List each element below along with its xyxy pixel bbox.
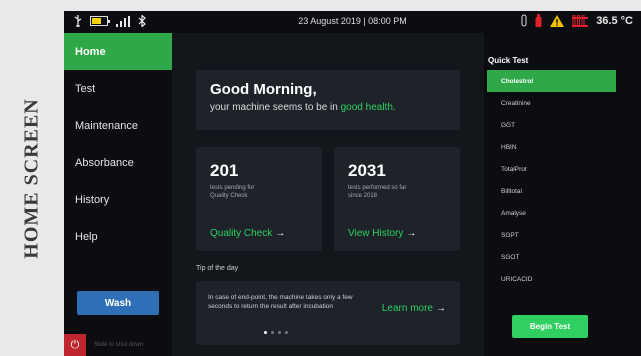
sidebar-nav: Home Test Maintenance Absorbance History… xyxy=(64,33,172,356)
carousel-dot[interactable] xyxy=(271,331,274,334)
greeting-title: Good Morning, xyxy=(210,81,317,98)
tip-title: Tip of the day xyxy=(196,265,239,272)
carousel-dot[interactable] xyxy=(264,331,267,334)
performed-desc-line1: tests performed so far xyxy=(348,185,407,191)
bottle-icon xyxy=(535,14,542,27)
performed-tests-card: 2031 tests performed so far since 2018 Vi… xyxy=(334,147,460,251)
quick-test-item[interactable]: URICACID xyxy=(487,268,616,290)
view-history-link[interactable]: View History → xyxy=(348,228,416,239)
quality-check-link[interactable]: Quality Check → xyxy=(210,228,285,239)
arrow-right-icon: → xyxy=(275,228,286,239)
view-history-label: View History xyxy=(348,228,404,239)
begin-test-button[interactable]: Begin Test xyxy=(512,315,588,338)
quick-test-item[interactable]: Creatinine xyxy=(487,92,616,114)
quick-test-title: Quick Test xyxy=(488,56,529,65)
carousel-dot[interactable] xyxy=(278,331,281,334)
quick-test-item[interactable]: Cholestrol xyxy=(487,70,616,92)
quick-test-item[interactable]: TotalProt xyxy=(487,158,616,180)
shutdown-label: Slide to shut down xyxy=(94,342,144,348)
learn-more-label: Learn more xyxy=(381,303,433,314)
sidebar-item-home[interactable]: Home xyxy=(64,33,172,70)
carousel-dots[interactable] xyxy=(264,331,288,334)
arrow-right-icon: → xyxy=(436,303,446,314)
performed-desc-line2: since 2018 xyxy=(348,192,378,199)
health-status: good health. xyxy=(340,102,396,113)
quick-test-item[interactable]: SGOT xyxy=(487,246,616,268)
warning-icon xyxy=(550,14,565,27)
home-screen-caption: HOME SCREEN xyxy=(0,0,64,356)
quick-test-item[interactable]: HBIN xyxy=(487,136,616,158)
sidebar-item-history[interactable]: History xyxy=(64,181,172,218)
sidebar-item-help[interactable]: Help xyxy=(64,218,172,255)
quick-test-panel: Quick Test Cholestrol Creatinine GGT HBI… xyxy=(484,33,641,356)
device-screen: 23 August 2019 | 08:00 PM 36.5 °C Home T… xyxy=(64,11,641,356)
tip-card: In case of end-point, the machine takes … xyxy=(196,281,460,345)
shutdown-slider[interactable]: ⏻ Slide to shut down xyxy=(64,334,172,356)
sidebar-item-absorbance[interactable]: Absorbance xyxy=(64,144,172,181)
main-panel: Good Morning, your machine seems to be i… xyxy=(172,33,484,356)
pending-desc-line1: tests pending for xyxy=(210,185,255,191)
quick-test-item[interactable]: GGT xyxy=(487,114,616,136)
quick-test-item[interactable]: Amalyse xyxy=(487,202,616,224)
power-icon[interactable]: ⏻ xyxy=(64,334,86,356)
learn-more-link[interactable]: Learn more → xyxy=(382,303,446,314)
tip-text: In case of end-point, the machine takes … xyxy=(208,294,353,310)
greeting-message: your machine seems to be in good health. xyxy=(210,102,446,113)
arrow-right-icon: → xyxy=(406,228,417,239)
temperature-label: 36.5 °C xyxy=(596,14,633,27)
performed-tests-desc: tests performed so far since 2018 xyxy=(348,185,446,201)
pending-tests-card: 201 tests pending for Quality Check Quali… xyxy=(196,147,322,251)
pending-tests-desc: tests pending for Quality Check xyxy=(210,185,308,201)
pending-desc-line2: Quality Check xyxy=(210,192,248,199)
quick-test-item[interactable]: SGPT xyxy=(487,224,616,246)
tubes-rack-icon xyxy=(572,14,589,27)
carousel-dot[interactable] xyxy=(285,331,288,334)
caption-text: HOME SCREEN xyxy=(20,97,43,259)
wash-button[interactable]: Wash xyxy=(77,291,159,315)
sidebar-item-test[interactable]: Test xyxy=(64,70,172,107)
quality-check-label: Quality Check xyxy=(210,228,273,239)
sidebar-item-maintenance[interactable]: Maintenance xyxy=(64,107,172,144)
pending-tests-count: 201 xyxy=(210,161,239,180)
status-bar: 23 August 2019 | 08:00 PM 36.5 °C xyxy=(64,11,641,33)
performed-tests-count: 2031 xyxy=(348,161,386,180)
quick-test-list: Cholestrol Creatinine GGT HBIN TotalProt… xyxy=(487,70,616,290)
greeting-card: Good Morning, your machine seems to be i… xyxy=(196,70,460,130)
quick-test-item[interactable]: Billtotal xyxy=(487,180,616,202)
tube-icon xyxy=(521,14,527,27)
greeting-message-text: your machine seems to be in xyxy=(210,102,341,113)
